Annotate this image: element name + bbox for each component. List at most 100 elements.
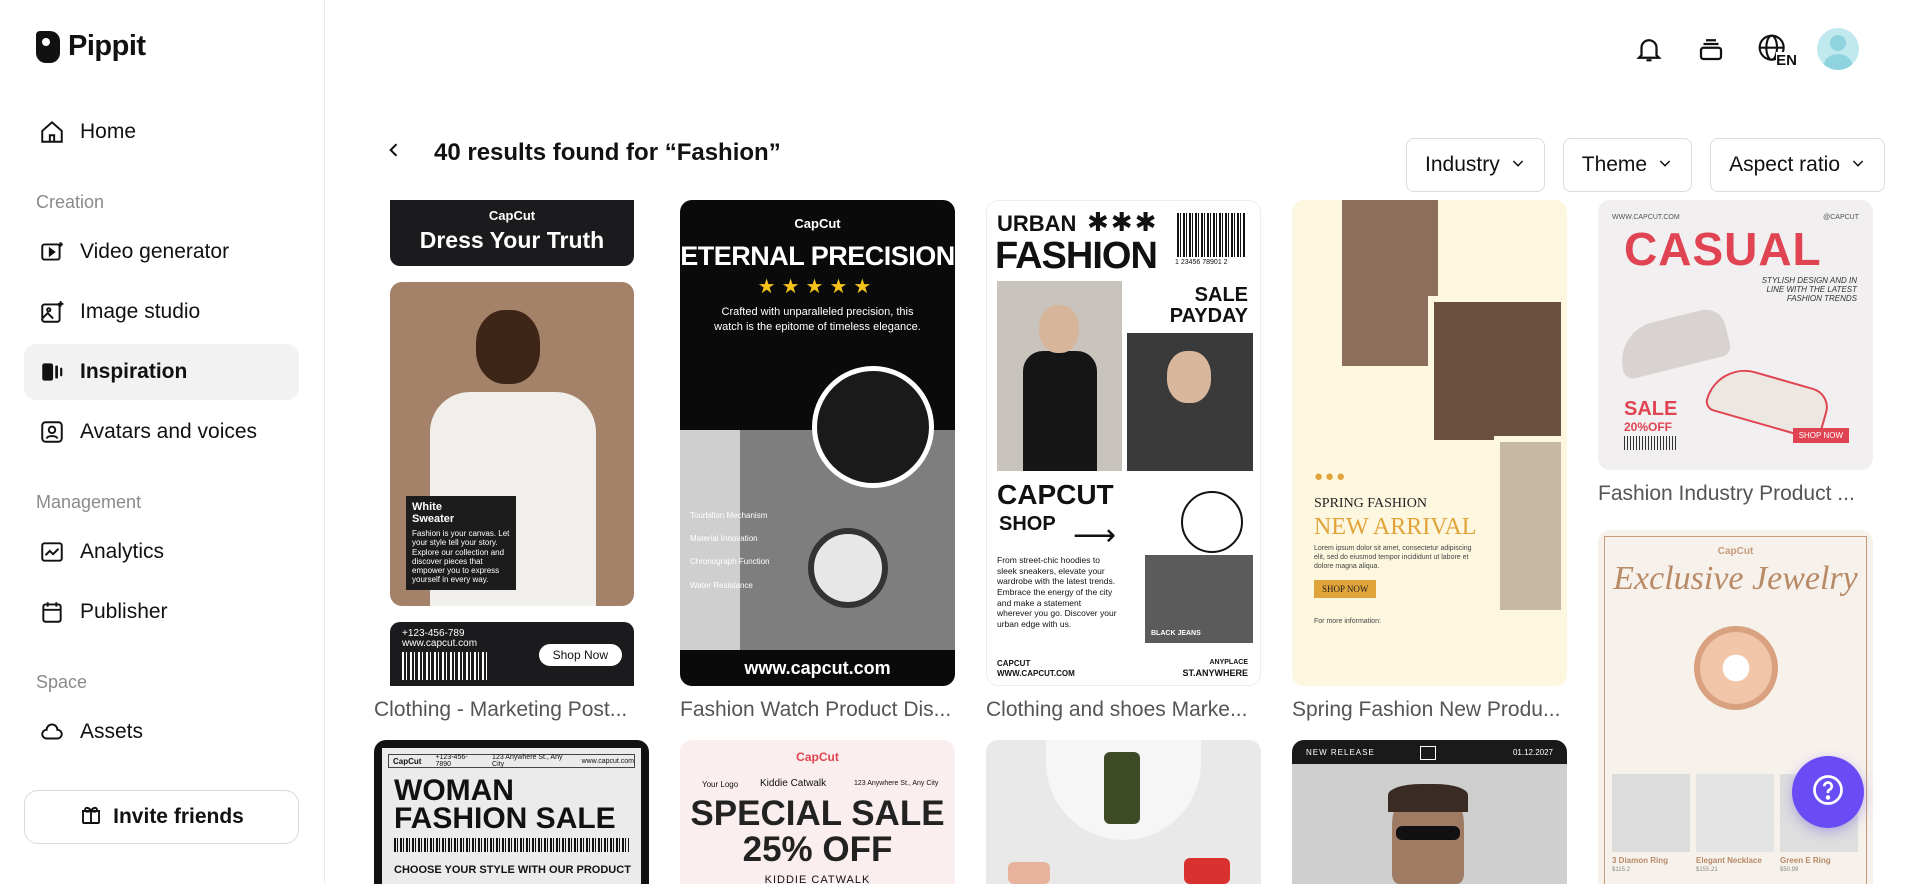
template-card[interactable]: CapCut Your Logo Kiddie Catwalk 123 Anyw… [680, 740, 955, 884]
app-logo[interactable]: Pippit [36, 30, 146, 63]
capcut-logo: CapCut [1717, 546, 1754, 557]
video-icon [38, 238, 66, 266]
model-photo [1127, 333, 1253, 471]
results-title: 40 results found for “Fashion” [434, 139, 781, 166]
gift-icon [79, 802, 103, 832]
stack-icon[interactable] [1693, 31, 1729, 67]
inset-photo [812, 366, 934, 488]
store-name: Kiddie Catwalk [760, 778, 827, 789]
filter-industry[interactable]: Industry [1406, 138, 1545, 192]
model-photo: White Sweater Fashion is your canvas. Le… [390, 282, 634, 606]
product-thumb [1696, 774, 1774, 852]
sidebar-item-inspiration[interactable]: Inspiration [24, 344, 299, 400]
section-label-creation: Creation [36, 192, 105, 212]
section-label-management: Management [36, 492, 142, 512]
template-card[interactable]: ●●● SPRING FASHION NEW ARRIVAL Lorem ips… [1292, 200, 1567, 686]
chevron-down-icon [1510, 153, 1526, 177]
card-caption: Clothing and shoes Marke... [986, 698, 1248, 721]
model-photo [1342, 200, 1438, 366]
template-card[interactable]: URBAN ✱✱✱ FASHION 1 23456 78901 2 SALE P… [986, 200, 1261, 686]
template-card[interactable]: CapCut Dress Your Truth White Sweater Fa… [374, 200, 649, 686]
chevron-down-icon [1850, 153, 1866, 177]
home-icon [38, 118, 66, 146]
card-body: From street-chic hoodies to sleek sneake… [997, 555, 1117, 629]
card-footer: KIDDIE CATWALK [764, 874, 871, 884]
template-card[interactable] [986, 740, 1261, 884]
filter-bar: Industry Theme Aspect ratio [1406, 138, 1885, 192]
shop-now-button: SHOP NOW [1314, 580, 1377, 598]
shoe-image [1008, 862, 1050, 884]
card-headline-1: SPECIAL SALE [690, 794, 945, 833]
sidebar-item-avatars-and-voices[interactable]: Avatars and voices [24, 404, 299, 460]
header-actions: EN [1631, 28, 1859, 70]
card-headline: ETERNAL PRECISION [680, 241, 955, 271]
sidebar-item-home[interactable]: Home [24, 104, 299, 160]
product-price: $155.21 [1696, 867, 1718, 873]
barcode [394, 838, 629, 852]
footer-left: CAPCUT WWW.CAPCUT.COM [997, 659, 1075, 678]
avatar-icon [38, 418, 66, 446]
feature-item: Water Resistance [690, 580, 753, 590]
card-headline: CASUAL [1624, 223, 1822, 275]
card-caption: Fashion Watch Product Dis... [680, 698, 952, 721]
sale-text: SALE [1194, 284, 1248, 306]
question-icon [1810, 772, 1846, 813]
sidebar-item-label: Video generator [80, 240, 230, 263]
product-price: $50.99 [1780, 867, 1799, 873]
shoe-image [1184, 858, 1230, 884]
card-site: www.capcut.com [744, 658, 891, 678]
capcut-logo-icon [1420, 746, 1436, 760]
card-date: 01.12.2027 [1512, 748, 1553, 757]
sidebar-item-analytics[interactable]: Analytics [24, 524, 299, 580]
sidebar: Pippit Home Creation Video generator Ima… [0, 0, 325, 884]
card-caption: Clothing - Marketing Post... [374, 698, 628, 721]
language-code: EN [1776, 52, 1797, 69]
circle-decor [1181, 491, 1243, 553]
invite-friends-button[interactable]: Invite friends [24, 790, 299, 844]
filter-aspect-ratio[interactable]: Aspect ratio [1710, 138, 1885, 192]
template-card[interactable]: CapCut ETERNAL PRECISION ★★★★★ Crafted w… [680, 200, 955, 686]
capcut-logo: CapCut [794, 216, 841, 231]
feature-item: Material Innovation [690, 534, 758, 544]
template-card[interactable]: WWW.CAPCUT.COM @CAPCUT CASUAL STYLISH DE… [1598, 200, 1873, 470]
globe-icon[interactable]: EN [1755, 31, 1797, 69]
template-card[interactable]: NEW RELEASE 01.12.2027 [1292, 740, 1567, 884]
help-button[interactable] [1792, 756, 1864, 828]
barcode [1624, 436, 1678, 450]
sidebar-item-assets[interactable]: Assets [24, 704, 299, 760]
model-photo [1494, 436, 1567, 616]
bell-icon[interactable] [1631, 31, 1667, 67]
card-headline-2: 25% OFF [742, 830, 893, 869]
pippit-logo-icon [36, 30, 60, 63]
shoe-image [1613, 305, 1733, 381]
label-body: Fashion is your canvas. Let your style t… [412, 529, 510, 585]
card-headline: NEW ARRIVAL [1314, 514, 1477, 540]
sidebar-item-label: Home [80, 120, 137, 143]
feature-list: Tourbillon Mechanism Material Innovation… [690, 504, 780, 597]
sidebar-item-publisher[interactable]: Publisher [24, 584, 299, 640]
sidebar-item-label: Avatars and voices [80, 420, 258, 443]
user-avatar[interactable] [1817, 28, 1859, 70]
product-name: 3 Diamon Ring [1612, 856, 1669, 865]
sidebar-item-label: Image studio [80, 300, 201, 323]
template-card[interactable]: CapCut +123-456-7890 123 Anywhere St., A… [374, 740, 649, 884]
filter-label: Industry [1425, 153, 1500, 176]
sidebar-item-video-generator[interactable]: Video generator [24, 224, 299, 280]
card-headline: Exclusive Jewelry [1613, 560, 1858, 597]
card-subline: CHOOSE YOUR STYLE WITH OUR PRODUCT [394, 864, 631, 876]
card-site: www.capcut.com [402, 638, 478, 649]
logo-placeholder: Your Logo [702, 780, 739, 789]
sidebar-item-image-studio[interactable]: Image studio [24, 284, 299, 340]
chart-icon [38, 538, 66, 566]
app-name: Pippit [68, 30, 146, 62]
card-phone: +123-456-7890 [435, 754, 468, 768]
template-card[interactable]: CapCut Exclusive Jewelry 3 Diamon Ring $… [1598, 530, 1873, 884]
back-button[interactable] [380, 138, 408, 166]
decor-stars: ✱✱✱ [1087, 207, 1159, 237]
shoe-image [1104, 752, 1140, 824]
footer-right-top: ANYPLACE [1209, 659, 1248, 666]
filter-label: Aspect ratio [1729, 153, 1840, 176]
filter-theme[interactable]: Theme [1562, 138, 1693, 192]
card-caption: Fashion Industry Product ... [1598, 482, 1855, 505]
header-strip: CapCut +123-456-7890 123 Anywhere St., A… [388, 754, 635, 768]
